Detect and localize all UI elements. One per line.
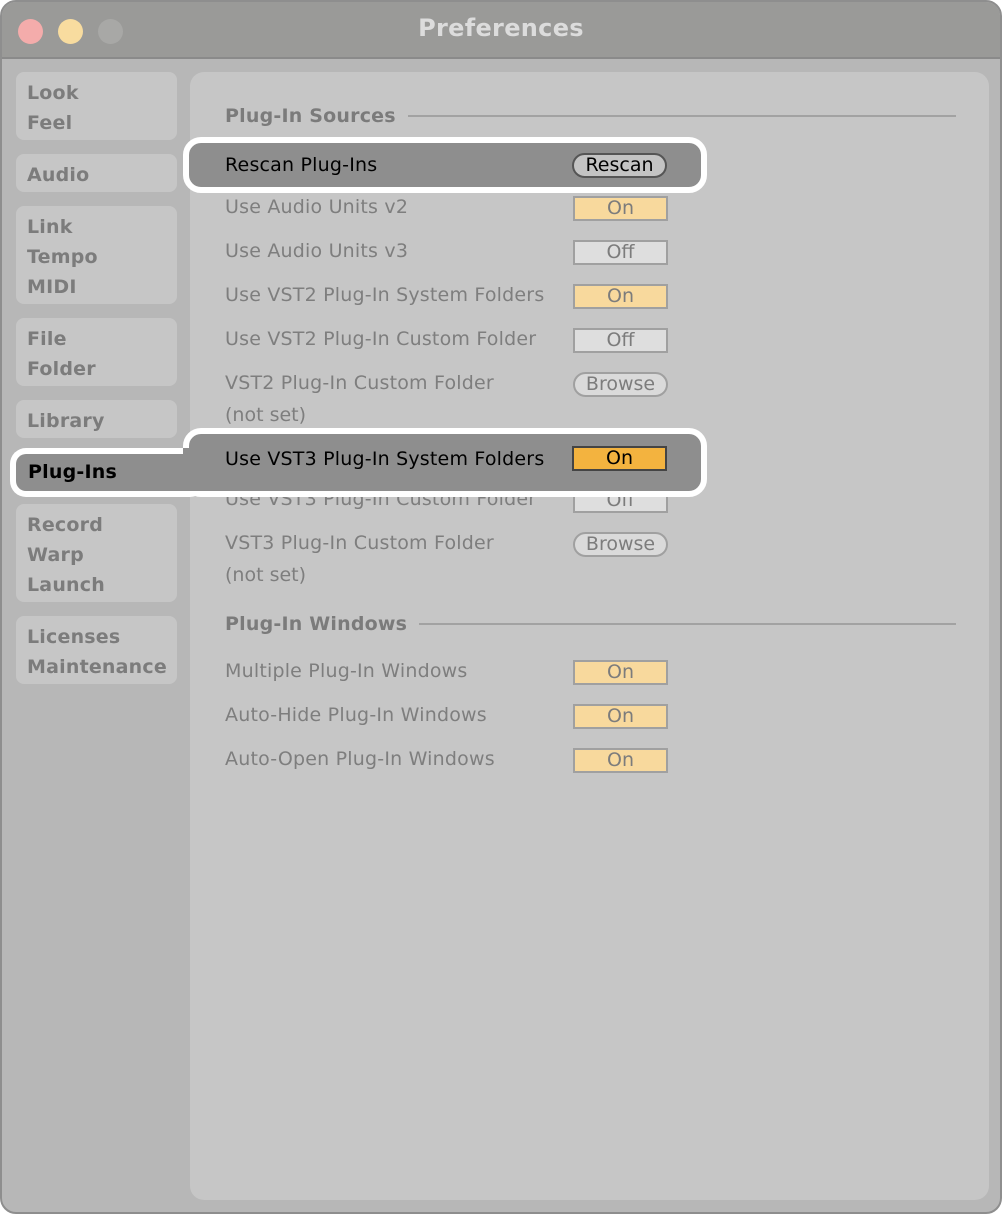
sidebar-item-file[interactable]: File [27,324,177,354]
sidebar-item-plugins-selected[interactable]: Plug-Ins [10,448,206,497]
section-title: Plug-In Sources [225,105,396,127]
section-divider [407,115,956,117]
toggle-vst2-custom-folder[interactable]: Off [573,328,668,353]
row-vst3-custom-folder-path: VST3 Plug-In Custom Folder (not set) Bro… [225,530,670,586]
nav-group-look-feel: Look Feel [16,72,177,140]
row-label: VST3 Plug-In Custom Folder [225,532,494,554]
sidebar-item-look[interactable]: Look [27,78,177,108]
sidebar-item-audio[interactable]: Audio [27,160,177,190]
toggle-au-v2[interactable]: On [573,196,668,221]
section-divider [419,623,956,625]
rescan-button[interactable]: Rescan [572,153,667,178]
title-bar[interactable]: Preferences [2,2,1000,59]
row-use-au-v2: Use Audio Units v2 On [225,194,670,224]
row-label: Multiple Plug-In Windows [225,660,468,682]
rescan-label: Rescan Plug-Ins [225,154,378,176]
row-multiple-plugin-windows: Multiple Plug-In Windows On [225,658,670,688]
sidebar-item-link[interactable]: Link [27,212,177,242]
row-label: Use VST2 Plug-In Custom Folder [225,328,537,350]
folder-path-value: (not set) [225,564,307,586]
row-label: Auto-Hide Plug-In Windows [225,704,487,726]
sidebar-item-record[interactable]: Record [27,510,177,540]
nav-group-audio: Audio [16,154,177,192]
toggle-multiple-plugin-windows[interactable]: On [573,660,668,685]
sidebar-item-library[interactable]: Library [27,406,177,436]
highlight-connector [183,448,213,491]
sidebar-item-warp[interactable]: Warp [27,540,177,570]
settings-panel: Plug-In Sources Use Audio Units v2 On Us… [190,72,989,1200]
preferences-window: Preferences Look Feel Audio Link Tempo M… [0,0,1002,1214]
nav-group-record-warp-launch: Record Warp Launch [16,504,177,602]
browse-vst2-button[interactable]: Browse [573,372,668,397]
row-vst2-custom-folder-toggle: Use VST2 Plug-In Custom Folder Off [225,326,670,356]
toggle-auto-hide-plugin-windows[interactable]: On [573,704,668,729]
row-label: Use Audio Units v3 [225,240,409,262]
highlight-vst3-system-folders-row: Use VST3 Plug-In System Folders On [183,428,707,497]
section-header-plugin-windows: Plug-In Windows [225,611,956,637]
section-header-plugin-sources: Plug-In Sources [225,103,956,129]
row-label: VST2 Plug-In Custom Folder [225,372,494,394]
sidebar-item-feel[interactable]: Feel [27,108,177,138]
window-title: Preferences [418,14,584,42]
row-vst2-system-folders: Use VST2 Plug-In System Folders On [225,282,670,312]
sidebar-item-midi[interactable]: MIDI [27,272,177,302]
sidebar-item-plugins: Plug-Ins [28,461,117,483]
sidebar-item-licenses[interactable]: Licenses [27,622,177,652]
section-title: Plug-In Windows [225,613,408,635]
nav-group-file-folder: File Folder [16,318,177,386]
folder-path-value: (not set) [225,404,307,426]
nav-group-link-tempo-midi: Link Tempo MIDI [16,206,177,304]
row-auto-hide-plugin-windows: Auto-Hide Plug-In Windows On [225,702,670,732]
toggle-vst3-system-folders[interactable]: On [572,446,667,471]
row-label: Use Audio Units v2 [225,196,409,218]
sidebar-item-folder[interactable]: Folder [27,354,177,384]
highlight-rescan-row: Rescan Plug-Ins Rescan [183,137,707,193]
sidebar-item-maintenance[interactable]: Maintenance [27,652,177,682]
row-vst2-custom-folder-path: VST2 Plug-In Custom Folder (not set) Bro… [225,370,670,426]
row-label: Use VST2 Plug-In System Folders [225,284,545,306]
toggle-auto-open-plugin-windows[interactable]: On [573,748,668,773]
nav-group-licenses-maintenance: Licenses Maintenance [16,616,177,684]
row-auto-open-plugin-windows: Auto-Open Plug-In Windows On [225,746,670,776]
browse-vst3-button[interactable]: Browse [573,532,668,557]
sidebar-item-tempo[interactable]: Tempo [27,242,177,272]
toggle-au-v3[interactable]: Off [573,240,668,265]
row-use-au-v3: Use Audio Units v3 Off [225,238,670,268]
nav-group-library: Library [16,400,177,438]
sidebar-item-launch[interactable]: Launch [27,570,177,600]
row-label: Auto-Open Plug-In Windows [225,748,495,770]
toggle-vst2-system-folders[interactable]: On [573,284,668,309]
vst3-system-folders-label: Use VST3 Plug-In System Folders [225,448,545,470]
